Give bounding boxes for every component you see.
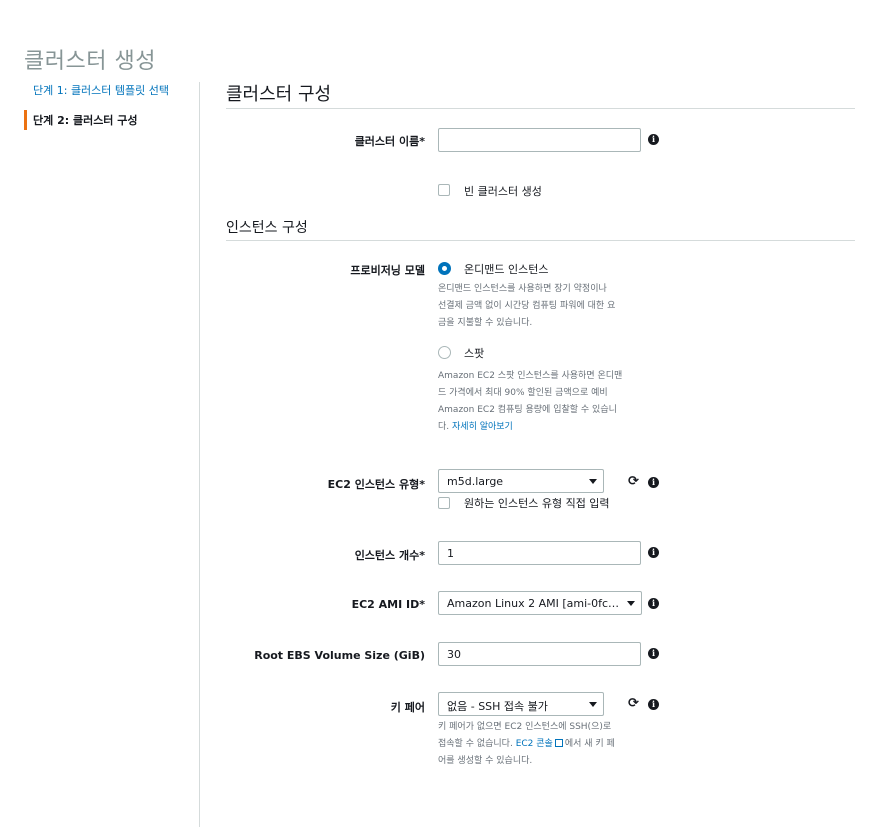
ami-id-select[interactable]: Amazon Linux 2 AMI [ami-0fcab... (438, 591, 642, 615)
ec2-console-link[interactable]: EC2 콘솔 (516, 739, 553, 749)
learn-more-link[interactable]: 자세히 알아보기 (452, 422, 513, 432)
page-title: 클러스터 생성 (24, 48, 156, 74)
instance-config-heading: 인스턴스 구성 (226, 220, 308, 236)
info-icon[interactable]: i (648, 477, 659, 488)
key-pair-label: 키 페어 (390, 701, 425, 714)
ami-id-label: EC2 AMI ID* (351, 598, 425, 611)
ec2-type-value: m5d.large (447, 475, 504, 488)
section-divider (226, 240, 855, 241)
info-icon[interactable]: i (648, 598, 659, 609)
chevron-down-icon (589, 479, 597, 484)
ec2-type-label: EC2 인스턴스 유형* (327, 478, 425, 491)
key-pair-select[interactable]: 없음 - SSH 접속 불가 (438, 692, 604, 716)
manual-type-checkbox[interactable] (438, 497, 450, 509)
info-icon[interactable]: i (648, 547, 659, 558)
key-pair-description: 키 페어가 없으면 EC2 인스턴스에 SSH(으)로 접속할 수 없습니다. … (438, 722, 615, 766)
ondemand-description: 온디맨드 인스턴스를 사용하면 장기 약정이나 선결제 금액 없이 시간당 컴퓨… (438, 284, 616, 328)
empty-cluster-label: 빈 클러스터 생성 (464, 185, 542, 198)
external-link-icon (554, 739, 563, 747)
cluster-name-input[interactable] (438, 128, 641, 152)
chevron-down-icon (627, 601, 635, 606)
step-1-link[interactable]: 단계 1: 클러스터 템플릿 선택 (24, 80, 194, 100)
spot-description: Amazon EC2 스팟 인스턴스를 사용하면 온디맨 드 가격에서 최대 9… (438, 371, 623, 432)
empty-cluster-checkbox[interactable] (438, 184, 450, 196)
refresh-icon[interactable]: ⟳ (628, 474, 639, 489)
ami-id-value: Amazon Linux 2 AMI [ami-0fcab... (447, 597, 633, 610)
provisioning-model-label: 프로비저닝 모델 (350, 264, 425, 277)
ondemand-radio[interactable] (438, 262, 451, 275)
spot-label[interactable]: 스팟 (464, 345, 484, 361)
info-icon[interactable]: i (648, 699, 659, 710)
cluster-config-heading: 클러스터 구성 (226, 84, 332, 105)
step-2-current: 단계 2: 클러스터 구성 (24, 110, 194, 130)
chevron-down-icon (589, 702, 597, 707)
info-icon[interactable]: i (648, 648, 659, 659)
ondemand-label[interactable]: 온디맨드 인스턴스 (464, 261, 548, 277)
section-divider (226, 108, 855, 109)
instance-count-label: 인스턴스 개수* (354, 549, 425, 562)
key-pair-value: 없음 - SSH 접속 불가 (447, 700, 548, 713)
wizard-steps: 단계 1: 클러스터 템플릿 선택 단계 2: 클러스터 구성 (24, 80, 194, 140)
info-icon[interactable]: i (648, 134, 659, 145)
ebs-size-label: Root EBS Volume Size (GiB) (254, 649, 425, 662)
manual-type-label: 원하는 인스턴스 유형 직접 입력 (464, 497, 610, 510)
divider-vertical (199, 82, 200, 827)
spot-radio[interactable] (438, 346, 451, 359)
refresh-icon[interactable]: ⟳ (628, 696, 639, 711)
ebs-size-input[interactable] (438, 642, 641, 666)
instance-count-input[interactable] (438, 541, 641, 565)
cluster-name-label: 클러스터 이름* (354, 135, 425, 148)
ec2-type-select[interactable]: m5d.large (438, 469, 604, 493)
